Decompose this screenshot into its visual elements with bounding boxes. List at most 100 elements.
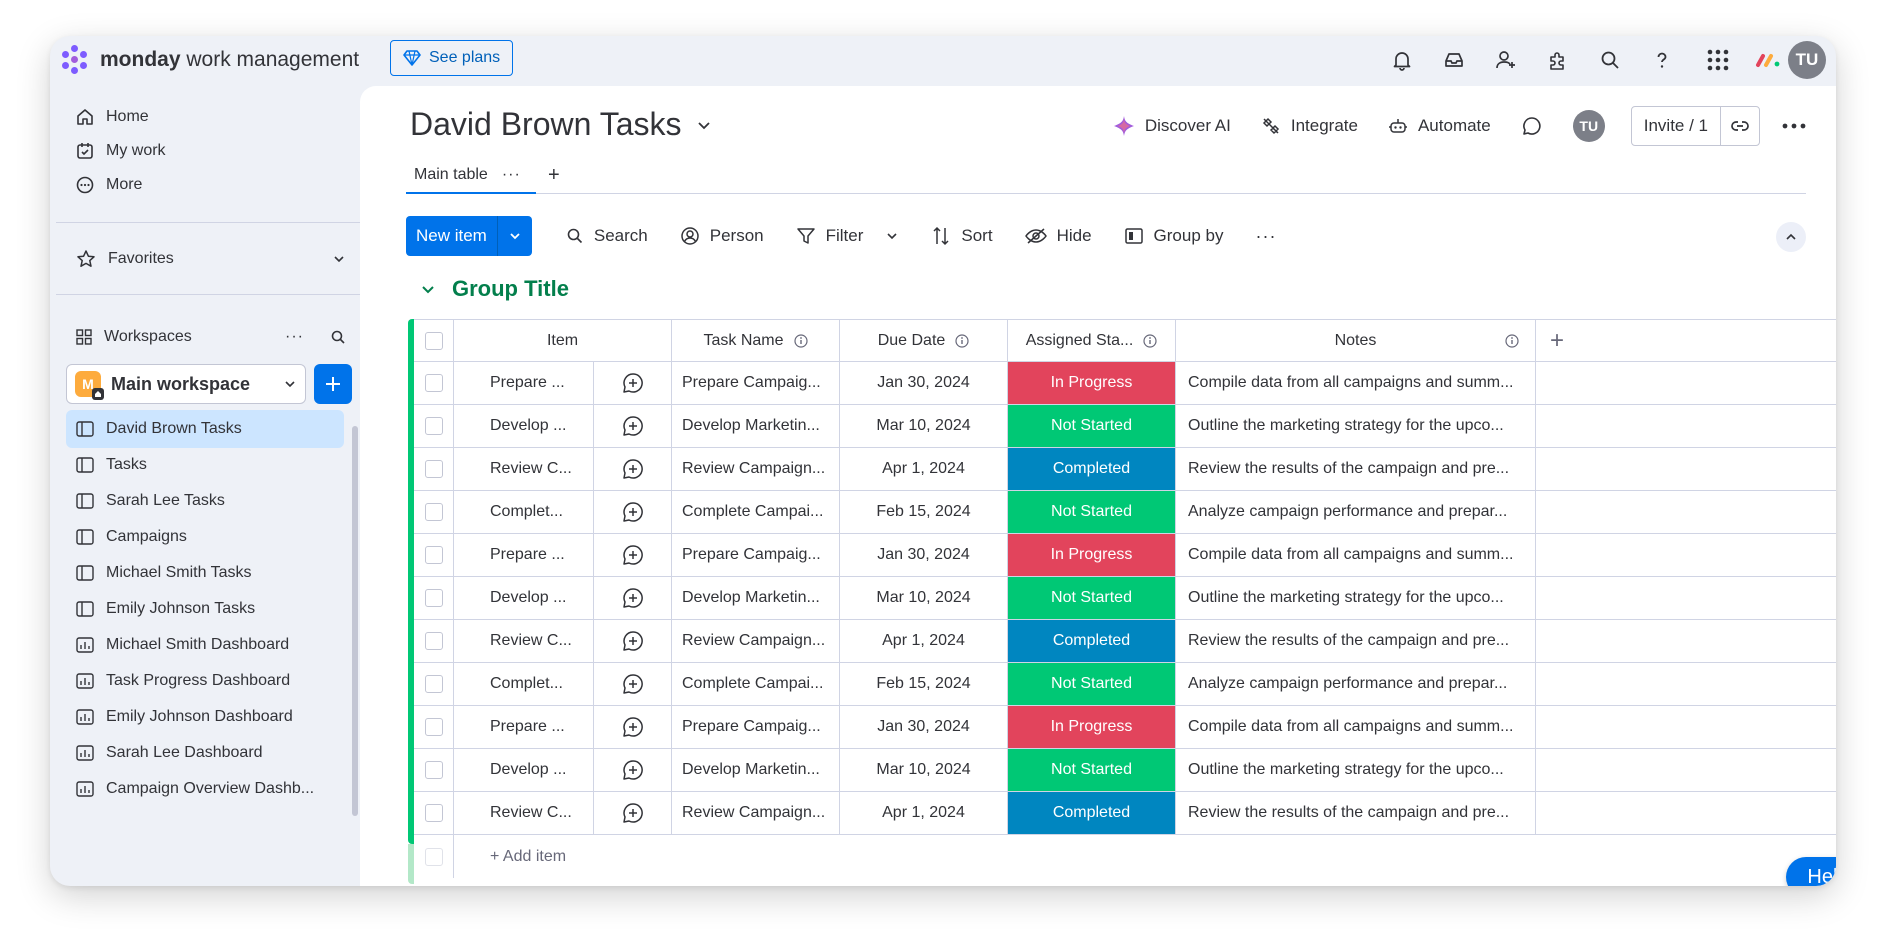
- notes-cell[interactable]: Outline the marketing strategy for the u…: [1176, 405, 1536, 448]
- item-cell[interactable]: Prepare ...: [454, 706, 594, 749]
- task-name-cell[interactable]: Review Campaign...: [672, 448, 840, 491]
- task-name-cell[interactable]: Review Campaign...: [672, 792, 840, 835]
- status-cell[interactable]: Not Started: [1008, 491, 1176, 534]
- due-date-cell[interactable]: Apr 1, 2024: [840, 792, 1008, 835]
- notifications-button[interactable]: [1376, 40, 1428, 80]
- item-cell[interactable]: Review C...: [454, 448, 594, 491]
- due-date-cell[interactable]: Mar 10, 2024: [840, 749, 1008, 792]
- status-cell[interactable]: In Progress: [1008, 534, 1176, 577]
- sidebar-scrollbar[interactable]: [352, 426, 358, 816]
- search-everything-button[interactable]: [1584, 40, 1636, 80]
- status-cell[interactable]: Completed: [1008, 448, 1176, 491]
- app-switcher-button[interactable]: [1688, 40, 1748, 80]
- sort-button[interactable]: Sort: [931, 226, 993, 246]
- due-date-cell[interactable]: Mar 10, 2024: [840, 577, 1008, 620]
- notes-cell[interactable]: Compile data from all campaigns and summ…: [1176, 534, 1536, 577]
- add-update-button[interactable]: [594, 534, 672, 577]
- see-plans-button[interactable]: See plans: [390, 40, 514, 76]
- notes-cell[interactable]: Review the results of the campaign and p…: [1176, 792, 1536, 835]
- item-cell[interactable]: Review C...: [454, 620, 594, 663]
- sidebar-board-item[interactable]: Campaigns: [66, 518, 344, 556]
- task-name-cell[interactable]: Prepare Campaig...: [672, 362, 840, 405]
- hide-button[interactable]: Hide: [1024, 226, 1092, 246]
- search-button[interactable]: Search: [566, 226, 648, 246]
- task-name-cell[interactable]: Prepare Campaig...: [672, 706, 840, 749]
- tab-main-table[interactable]: Main table ···: [406, 156, 529, 194]
- item-cell[interactable]: Develop ...: [454, 405, 594, 448]
- sidebar-board-item[interactable]: Campaign Overview Dashb...: [66, 770, 344, 808]
- sidebar-board-item[interactable]: Emily Johnson Dashboard: [66, 698, 344, 736]
- task-name-cell[interactable]: Develop Marketin...: [672, 405, 840, 448]
- row-checkbox[interactable]: [424, 589, 443, 607]
- sidebar-item-more[interactable]: More: [76, 170, 142, 200]
- table-row[interactable]: Review C... Review Campaign... Apr 1, 2024…: [414, 620, 1836, 663]
- row-checkbox[interactable]: [424, 460, 443, 478]
- item-cell[interactable]: Prepare ...: [454, 534, 594, 577]
- info-icon[interactable]: [793, 333, 808, 348]
- updates-button[interactable]: [1521, 115, 1543, 137]
- sidebar-board-item[interactable]: Task Progress Dashboard: [66, 662, 344, 700]
- sidebar-board-item[interactable]: Sarah Lee Tasks: [66, 482, 344, 520]
- due-date-cell[interactable]: Jan 30, 2024: [840, 362, 1008, 405]
- sidebar-board-item[interactable]: Sarah Lee Dashboard: [66, 734, 344, 772]
- add-update-button[interactable]: [594, 749, 672, 792]
- discover-ai-button[interactable]: Discover AI: [1113, 115, 1231, 137]
- due-date-cell[interactable]: Apr 1, 2024: [840, 620, 1008, 663]
- chevron-down-icon[interactable]: [420, 281, 436, 297]
- task-name-cell[interactable]: Review Campaign...: [672, 620, 840, 663]
- add-update-button[interactable]: [594, 405, 672, 448]
- chevron-down-icon[interactable]: [885, 229, 899, 243]
- row-checkbox[interactable]: [424, 804, 443, 822]
- add-update-button[interactable]: [594, 491, 672, 534]
- due-date-cell[interactable]: Jan 30, 2024: [840, 706, 1008, 749]
- task-name-cell[interactable]: Complete Campai...: [672, 491, 840, 534]
- logo[interactable]: monday work management: [58, 42, 359, 78]
- table-row[interactable]: Prepare ... Prepare Campaig... Jan 30, 202…: [414, 534, 1836, 577]
- sidebar-board-item[interactable]: Tasks: [66, 446, 344, 484]
- due-date-cell[interactable]: Apr 1, 2024: [840, 448, 1008, 491]
- row-checkbox[interactable]: [424, 374, 443, 392]
- item-cell[interactable]: Complet...: [454, 491, 594, 534]
- row-checkbox[interactable]: [424, 761, 443, 779]
- status-cell[interactable]: Completed: [1008, 620, 1176, 663]
- due-date-cell[interactable]: Feb 15, 2024: [840, 491, 1008, 534]
- column-header-task-name[interactable]: Task Name: [672, 319, 840, 362]
- notes-cell[interactable]: Review the results of the campaign and p…: [1176, 448, 1536, 491]
- item-cell[interactable]: Prepare ...: [454, 362, 594, 405]
- workspace-selector[interactable]: M Main workspace: [66, 364, 306, 404]
- board-menu-button[interactable]: [1782, 123, 1806, 129]
- table-row[interactable]: Develop ... Develop Marketin... Mar 10, 20…: [414, 577, 1836, 620]
- select-all-checkbox[interactable]: [424, 331, 443, 350]
- group-header[interactable]: Group Title: [420, 276, 569, 302]
- info-icon[interactable]: [1505, 333, 1519, 348]
- add-update-button[interactable]: [594, 706, 672, 749]
- add-item-input[interactable]: + Add item: [454, 835, 1536, 878]
- notes-cell[interactable]: Analyze campaign performance and prepar.…: [1176, 491, 1536, 534]
- status-cell[interactable]: Not Started: [1008, 577, 1176, 620]
- add-update-button[interactable]: [594, 577, 672, 620]
- search-icon[interactable]: [330, 329, 346, 345]
- copy-link-button[interactable]: [1721, 107, 1759, 145]
- help-center-button[interactable]: [1636, 40, 1688, 80]
- collapse-header-button[interactable]: [1776, 222, 1806, 252]
- board-title[interactable]: David Brown Tasks: [410, 106, 712, 143]
- tab-more-button[interactable]: ···: [502, 166, 521, 184]
- info-icon[interactable]: [1143, 333, 1157, 348]
- column-header-item[interactable]: Item: [454, 319, 672, 362]
- group-title-text[interactable]: Group Title: [452, 276, 569, 302]
- user-avatar[interactable]: TU: [1788, 41, 1826, 79]
- notes-cell[interactable]: Outline the marketing strategy for the u…: [1176, 577, 1536, 620]
- new-item-dropdown[interactable]: [498, 216, 532, 256]
- due-date-cell[interactable]: Feb 15, 2024: [840, 663, 1008, 706]
- group-by-button[interactable]: Group by: [1124, 226, 1223, 246]
- apps-button[interactable]: [1532, 40, 1584, 80]
- filter-button[interactable]: Filter: [796, 226, 900, 246]
- add-update-button[interactable]: [594, 792, 672, 835]
- inbox-button[interactable]: [1428, 40, 1480, 80]
- info-icon[interactable]: [955, 333, 969, 348]
- notes-cell[interactable]: Review the results of the campaign and p…: [1176, 620, 1536, 663]
- task-name-cell[interactable]: Complete Campai...: [672, 663, 840, 706]
- task-name-cell[interactable]: Develop Marketin...: [672, 749, 840, 792]
- row-checkbox[interactable]: [424, 546, 443, 564]
- table-row[interactable]: Complet... Complete Campai... Feb 15, 2024…: [414, 663, 1836, 706]
